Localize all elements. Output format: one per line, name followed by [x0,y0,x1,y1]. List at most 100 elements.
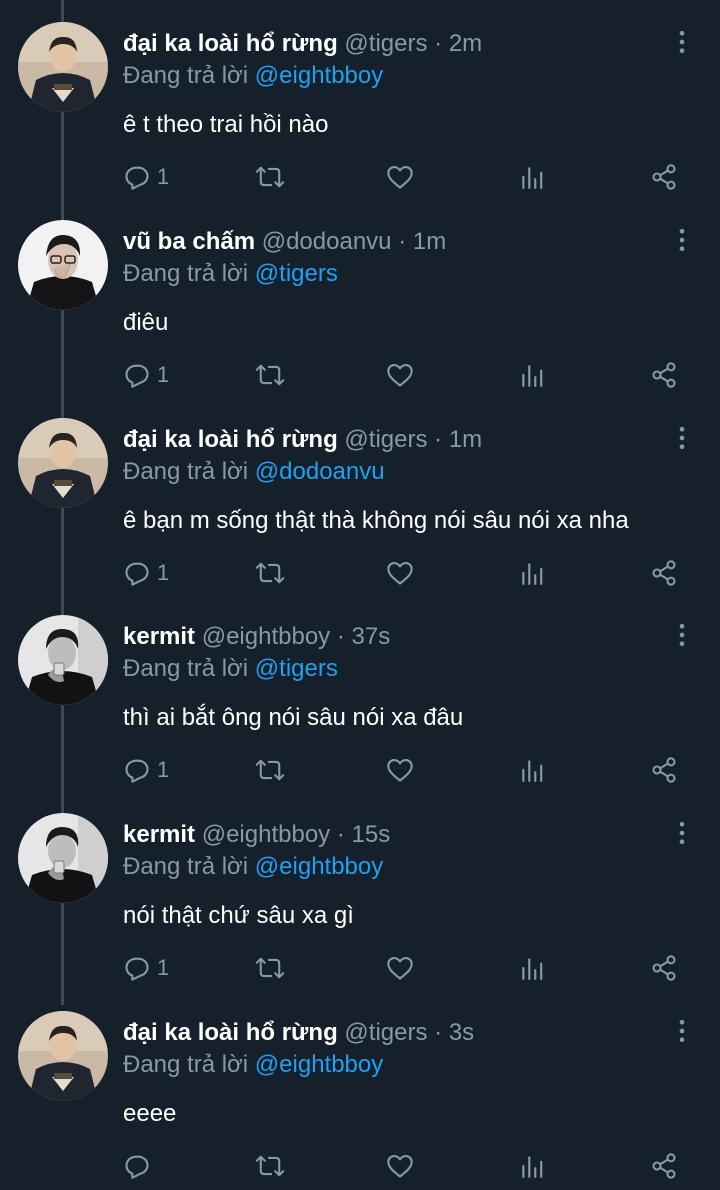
timestamp[interactable]: 1m [449,426,482,453]
tweet[interactable]: kermit @eightbboy · 37s Đang trả lời @ti… [0,593,720,791]
reply-icon [123,163,151,191]
analytics-button[interactable] [519,1149,545,1183]
replying-to: Đang trả lời @eightbboy [123,851,383,883]
separator-dot: · [434,426,443,453]
display-name[interactable]: kermit [123,821,195,848]
timestamp[interactable]: 3s [449,1019,474,1046]
more-icon[interactable] [668,226,696,254]
analytics-button[interactable] [519,951,545,985]
analytics-icon [519,756,545,784]
analytics-icon [519,954,545,982]
user-handle[interactable]: @tigers [344,1019,427,1046]
display-name[interactable]: vũ ba chấm [123,228,255,255]
like-button[interactable] [386,1149,414,1183]
replying-to: Đang trả lời @tigers [123,653,338,685]
tweet[interactable]: đại ka loài hổ rừng @tigers · 2m Đang tr… [0,0,720,198]
share-icon [650,163,678,191]
tweet[interactable]: kermit @eightbboy · 15s Đang trả lời @ei… [0,791,720,989]
timestamp[interactable]: 37s [352,623,391,650]
reply-count: 1 [157,560,170,585]
share-button[interactable] [650,753,678,787]
mention-link[interactable]: @eightbboy [255,1051,383,1078]
tweet-text: nói thật chứ sâu xa gì [123,902,354,929]
reply-count: 1 [157,757,170,782]
replying-prefix: Đang trả lời [123,1051,249,1078]
analytics-icon [519,1152,545,1180]
more-icon[interactable] [668,621,696,649]
avatar[interactable] [18,220,108,310]
more-icon[interactable] [668,1017,696,1045]
share-button[interactable] [650,358,678,392]
analytics-button[interactable] [519,160,545,194]
retweet-button[interactable] [255,556,285,590]
user-handle[interactable]: @tigers [344,426,427,453]
share-icon [650,1152,678,1180]
user-handle[interactable]: @eightbboy [202,821,330,848]
avatar[interactable] [18,615,108,705]
share-icon [650,361,678,389]
mention-link[interactable]: @eightbboy [255,62,383,89]
more-icon[interactable] [668,424,696,452]
analytics-button[interactable] [519,556,545,590]
reply-count: 1 [157,362,170,387]
like-button[interactable] [386,753,414,787]
share-button[interactable] [650,556,678,590]
retweet-icon [255,361,285,389]
tweet-text: eeee [123,1100,177,1127]
reply-button[interactable]: 1 [123,951,169,985]
like-button[interactable] [386,951,414,985]
tweet-text: điêu [123,309,169,336]
action-bar [0,1149,720,1183]
share-button[interactable] [650,1149,678,1183]
display-name[interactable]: đại ka loài hổ rừng [123,30,338,57]
tweet[interactable]: đại ka loài hổ rừng @tigers · 3s Đang tr… [0,989,720,1187]
retweet-icon [255,954,285,982]
share-button[interactable] [650,951,678,985]
share-button[interactable] [650,160,678,194]
display-name[interactable]: đại ka loài hổ rừng [123,1019,338,1046]
tweet[interactable]: vũ ba chấm @dodoanvu · 1m Đang trả lời @… [0,198,720,396]
avatar[interactable] [18,22,108,112]
like-icon [386,756,414,784]
user-handle[interactable]: @tigers [344,30,427,57]
avatar[interactable] [18,418,108,508]
reply-icon [123,559,151,587]
analytics-button[interactable] [519,753,545,787]
analytics-button[interactable] [519,358,545,392]
more-icon[interactable] [668,28,696,56]
retweet-button[interactable] [255,753,285,787]
retweet-button[interactable] [255,160,285,194]
timestamp[interactable]: 1m [413,228,446,255]
mention-link[interactable]: @tigers [255,655,338,682]
more-icon[interactable] [668,819,696,847]
user-handle[interactable]: @eightbboy [202,623,330,650]
retweet-button[interactable] [255,1149,285,1183]
share-icon [650,756,678,784]
action-bar: 1 [0,951,720,985]
timestamp[interactable]: 15s [352,821,391,848]
retweet-button[interactable] [255,951,285,985]
replying-prefix: Đang trả lời [123,458,249,485]
replying-prefix: Đang trả lời [123,62,249,89]
reply-button[interactable]: 1 [123,358,169,392]
mention-link[interactable]: @eightbboy [255,853,383,880]
mention-link[interactable]: @tigers [255,260,338,287]
separator-dot: · [434,30,443,57]
avatar[interactable] [18,813,108,903]
reply-button[interactable]: 1 [123,556,169,590]
reply-button[interactable]: 1 [123,753,169,787]
display-name[interactable]: kermit [123,623,195,650]
timestamp[interactable]: 2m [449,30,482,57]
reply-button[interactable]: 1 [123,160,169,194]
like-button[interactable] [386,358,414,392]
reply-button[interactable] [123,1149,157,1183]
share-icon [650,559,678,587]
like-button[interactable] [386,160,414,194]
retweet-button[interactable] [255,358,285,392]
avatar[interactable] [18,1011,108,1101]
like-button[interactable] [386,556,414,590]
mention-link[interactable]: @dodoanvu [255,458,385,485]
user-handle[interactable]: @dodoanvu [262,228,392,255]
display-name[interactable]: đại ka loài hổ rừng [123,426,338,453]
tweet[interactable]: đại ka loài hổ rừng @tigers · 1m Đang tr… [0,396,720,594]
